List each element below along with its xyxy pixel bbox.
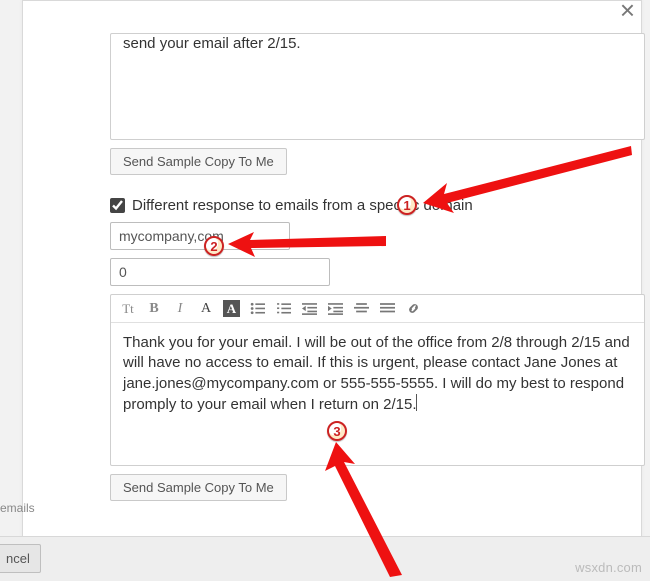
cursor-caret (416, 394, 417, 411)
watermark: wsxdn.com (575, 560, 642, 575)
send-sample-button-top[interactable]: Send Sample Copy To Me (110, 148, 287, 175)
font-color-icon[interactable]: A (197, 301, 215, 317)
cancel-button[interactable]: ncel (0, 544, 41, 573)
bold-icon[interactable]: B (145, 301, 163, 317)
link-icon[interactable] (404, 301, 422, 316)
large-editor[interactable]: Tt B I A A Thank you for your email. I w… (110, 294, 645, 466)
align-center-icon[interactable] (352, 301, 370, 316)
footer-strip (0, 536, 650, 581)
large-editor-body[interactable]: Thank you for your email. I will be out … (111, 323, 644, 425)
italic-icon[interactable]: I (171, 301, 189, 317)
callout-2: 2 (204, 236, 224, 256)
callout-3: 3 (327, 421, 347, 441)
arrow-2 (228, 230, 388, 260)
outdent-icon[interactable] (300, 301, 318, 316)
emails-label: emails (0, 501, 35, 515)
arrow-3 (332, 442, 407, 577)
justify-icon[interactable] (378, 301, 396, 316)
arrow-1 (423, 143, 633, 208)
highlight-icon[interactable]: A (223, 300, 240, 317)
indent-icon[interactable] (326, 301, 344, 316)
text-size-icon[interactable]: Tt (119, 301, 137, 317)
top-editor-text: send your email after 2/15. (111, 34, 644, 124)
domain-response-checkbox[interactable] (110, 198, 125, 213)
top-editor[interactable]: send your email after 2/15. (110, 33, 645, 140)
editor-toolbar: Tt B I A A (111, 295, 644, 323)
send-sample-button-bottom[interactable]: Send Sample Copy To Me (110, 474, 287, 501)
number-input[interactable] (110, 258, 330, 286)
large-editor-text: Thank you for your email. I will be out … (123, 334, 630, 413)
bullet-list-icon[interactable] (248, 301, 266, 316)
domain-response-label: Different response to emails from a spec… (132, 197, 473, 214)
callout-1: 1 (397, 195, 417, 215)
number-list-icon[interactable] (274, 301, 292, 316)
